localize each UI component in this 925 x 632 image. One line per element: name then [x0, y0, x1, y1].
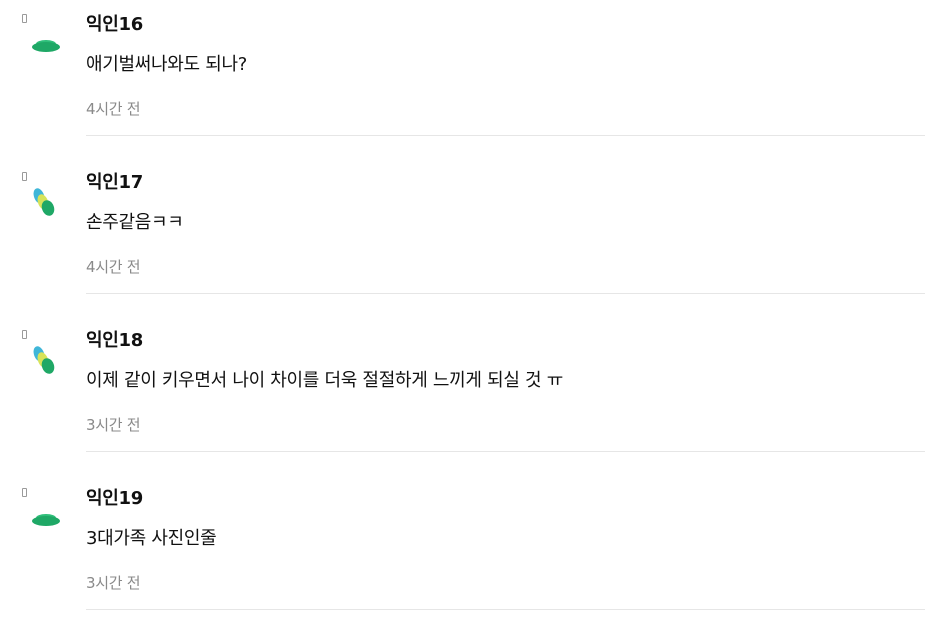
pin-icon: [22, 330, 27, 339]
divider: [86, 293, 925, 294]
pin-icon: [22, 488, 27, 497]
comment-time: 4시간 전: [86, 100, 141, 118]
comment-time: 3시간 전: [86, 416, 141, 434]
comment-text: 이제 같이 키우면서 나이 차이를 더욱 절절하게 느끼게 되실 것 ㅠ: [86, 370, 563, 391]
comment-item: 익인16 애기벌써나와도 되나? 4시간 전: [0, 0, 925, 158]
beads-icon: [33, 346, 55, 374]
comment-author[interactable]: 익인17: [86, 168, 143, 194]
comment-time: 4시간 전: [86, 258, 141, 276]
comment-author[interactable]: 익인16: [86, 10, 143, 36]
green-lily-pad-icon: [32, 514, 60, 526]
pin-icon: [22, 14, 27, 23]
comment-author[interactable]: 익인19: [86, 484, 143, 510]
divider: [86, 451, 925, 452]
comment-time: 3시간 전: [86, 574, 141, 592]
green-lily-pad-icon: [32, 40, 60, 52]
comment-list: 익인16 애기벌써나와도 되나? 4시간 전 익인17 손주같음ㅋㅋ 4시간 전…: [0, 0, 925, 632]
beads-icon: [33, 188, 55, 216]
pin-icon: [22, 172, 27, 181]
comment-item: 익인17 손주같음ㅋㅋ 4시간 전: [0, 158, 925, 316]
comment-author[interactable]: 익인18: [86, 326, 143, 352]
comment-item: 익인19 3대가족 사진인줄 3시간 전: [0, 474, 925, 632]
comment-text: 3대가족 사진인줄: [86, 528, 217, 549]
comment-item: 익인18 이제 같이 키우면서 나이 차이를 더욱 절절하게 느끼게 되실 것 …: [0, 316, 925, 474]
comment-text: 애기벌써나와도 되나?: [86, 54, 248, 75]
divider: [86, 609, 925, 610]
divider: [86, 135, 925, 136]
comment-text: 손주같음ㅋㅋ: [86, 212, 184, 233]
